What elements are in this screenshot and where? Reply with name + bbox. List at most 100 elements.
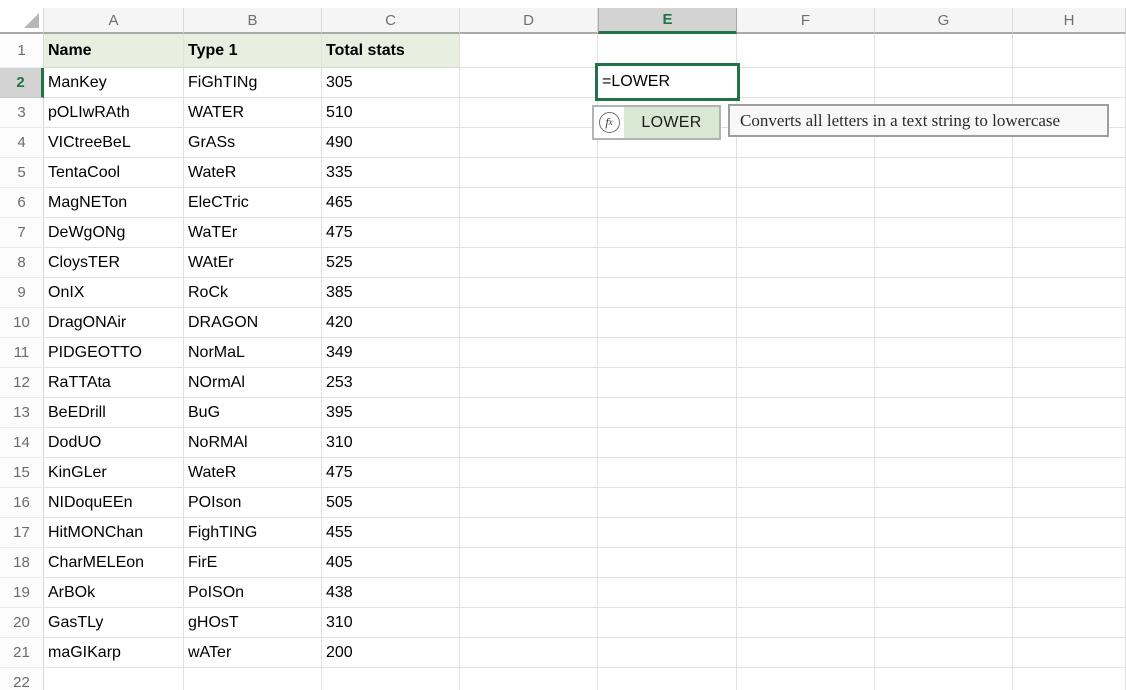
cell-D11[interactable] xyxy=(460,338,598,368)
cell-B17[interactable]: FighTING xyxy=(184,518,322,548)
column-header-H[interactable]: H xyxy=(1013,8,1126,34)
cell-A11[interactable]: PIDGEOTTO xyxy=(44,338,184,368)
row-header-21[interactable]: 21 xyxy=(0,638,44,668)
cell-C22[interactable] xyxy=(322,668,460,690)
cell-A22[interactable] xyxy=(44,668,184,690)
cell-C15[interactable]: 475 xyxy=(322,458,460,488)
cell-E13[interactable] xyxy=(598,398,737,428)
row-header-10[interactable]: 10 xyxy=(0,308,44,338)
cell-F8[interactable] xyxy=(737,248,875,278)
cell-B20[interactable]: gHOsT xyxy=(184,608,322,638)
cell-C21[interactable]: 200 xyxy=(322,638,460,668)
row-header-9[interactable]: 9 xyxy=(0,278,44,308)
cell-C20[interactable]: 310 xyxy=(322,608,460,638)
cell-F15[interactable] xyxy=(737,458,875,488)
cell-F6[interactable] xyxy=(737,188,875,218)
cell-B4[interactable]: GrASs xyxy=(184,128,322,158)
cell-F10[interactable] xyxy=(737,308,875,338)
cell-C19[interactable]: 438 xyxy=(322,578,460,608)
cell-A8[interactable]: CloysTER xyxy=(44,248,184,278)
cell-E19[interactable] xyxy=(598,578,737,608)
cell-D21[interactable] xyxy=(460,638,598,668)
cell-C17[interactable]: 455 xyxy=(322,518,460,548)
cell-G2[interactable] xyxy=(875,68,1013,98)
cell-H9[interactable] xyxy=(1013,278,1126,308)
cell-B7[interactable]: WaTEr xyxy=(184,218,322,248)
cell-B5[interactable]: WateR xyxy=(184,158,322,188)
cell-F20[interactable] xyxy=(737,608,875,638)
cell-A13[interactable]: BeEDrill xyxy=(44,398,184,428)
autocomplete-item-lower[interactable]: LOWER xyxy=(624,107,719,138)
row-header-13[interactable]: 13 xyxy=(0,398,44,428)
cell-F18[interactable] xyxy=(737,548,875,578)
cell-H18[interactable] xyxy=(1013,548,1126,578)
cell-F12[interactable] xyxy=(737,368,875,398)
cell-B16[interactable]: POIson xyxy=(184,488,322,518)
cell-G18[interactable] xyxy=(875,548,1013,578)
cell-G15[interactable] xyxy=(875,458,1013,488)
row-header-1[interactable]: 1 xyxy=(0,34,44,68)
cell-C10[interactable]: 420 xyxy=(322,308,460,338)
cell-E12[interactable] xyxy=(598,368,737,398)
cell-A6[interactable]: MagNETon xyxy=(44,188,184,218)
cell-D6[interactable] xyxy=(460,188,598,218)
cell-A9[interactable]: OnIX xyxy=(44,278,184,308)
cell-G22[interactable] xyxy=(875,668,1013,690)
row-header-12[interactable]: 12 xyxy=(0,368,44,398)
cell-B18[interactable]: FirE xyxy=(184,548,322,578)
cell-G16[interactable] xyxy=(875,488,1013,518)
cell-B11[interactable]: NorMaL xyxy=(184,338,322,368)
cell-C6[interactable]: 465 xyxy=(322,188,460,218)
cell-F19[interactable] xyxy=(737,578,875,608)
cell-D8[interactable] xyxy=(460,248,598,278)
row-header-11[interactable]: 11 xyxy=(0,338,44,368)
cell-A19[interactable]: ArBOk xyxy=(44,578,184,608)
cell-A1[interactable]: Name xyxy=(44,34,184,68)
row-header-5[interactable]: 5 xyxy=(0,158,44,188)
cell-A16[interactable]: NIDoquEEn xyxy=(44,488,184,518)
cell-C9[interactable]: 385 xyxy=(322,278,460,308)
cell-E6[interactable] xyxy=(598,188,737,218)
cell-B19[interactable]: PoISOn xyxy=(184,578,322,608)
row-header-7[interactable]: 7 xyxy=(0,218,44,248)
cell-D20[interactable] xyxy=(460,608,598,638)
cell-D3[interactable] xyxy=(460,98,598,128)
cell-B12[interactable]: NOrmAl xyxy=(184,368,322,398)
cell-F2[interactable] xyxy=(737,68,875,98)
cell-H5[interactable] xyxy=(1013,158,1126,188)
cell-G12[interactable] xyxy=(875,368,1013,398)
cell-C16[interactable]: 505 xyxy=(322,488,460,518)
cell-A7[interactable]: DeWgONg xyxy=(44,218,184,248)
cell-G20[interactable] xyxy=(875,608,1013,638)
cell-H17[interactable] xyxy=(1013,518,1126,548)
cell-A15[interactable]: KinGLer xyxy=(44,458,184,488)
cell-B9[interactable]: RoCk xyxy=(184,278,322,308)
cell-G7[interactable] xyxy=(875,218,1013,248)
cell-H8[interactable] xyxy=(1013,248,1126,278)
cell-F14[interactable] xyxy=(737,428,875,458)
row-header-6[interactable]: 6 xyxy=(0,188,44,218)
cell-H7[interactable] xyxy=(1013,218,1126,248)
cell-B2[interactable]: FiGhTINg xyxy=(184,68,322,98)
cell-G10[interactable] xyxy=(875,308,1013,338)
cell-H6[interactable] xyxy=(1013,188,1126,218)
cell-G13[interactable] xyxy=(875,398,1013,428)
row-header-15[interactable]: 15 xyxy=(0,458,44,488)
cell-A5[interactable]: TentaCool xyxy=(44,158,184,188)
cell-H2[interactable] xyxy=(1013,68,1126,98)
cell-F9[interactable] xyxy=(737,278,875,308)
cell-G19[interactable] xyxy=(875,578,1013,608)
column-header-A[interactable]: A xyxy=(44,8,184,34)
cell-H12[interactable] xyxy=(1013,368,1126,398)
cell-D12[interactable] xyxy=(460,368,598,398)
cell-H14[interactable] xyxy=(1013,428,1126,458)
cell-A12[interactable]: RaTTAta xyxy=(44,368,184,398)
row-header-3[interactable]: 3 xyxy=(0,98,44,128)
cell-G6[interactable] xyxy=(875,188,1013,218)
cell-A17[interactable]: HitMONChan xyxy=(44,518,184,548)
column-header-E[interactable]: E xyxy=(598,8,737,34)
cell-H15[interactable] xyxy=(1013,458,1126,488)
cell-D14[interactable] xyxy=(460,428,598,458)
cell-B8[interactable]: WAtEr xyxy=(184,248,322,278)
cell-C5[interactable]: 335 xyxy=(322,158,460,188)
